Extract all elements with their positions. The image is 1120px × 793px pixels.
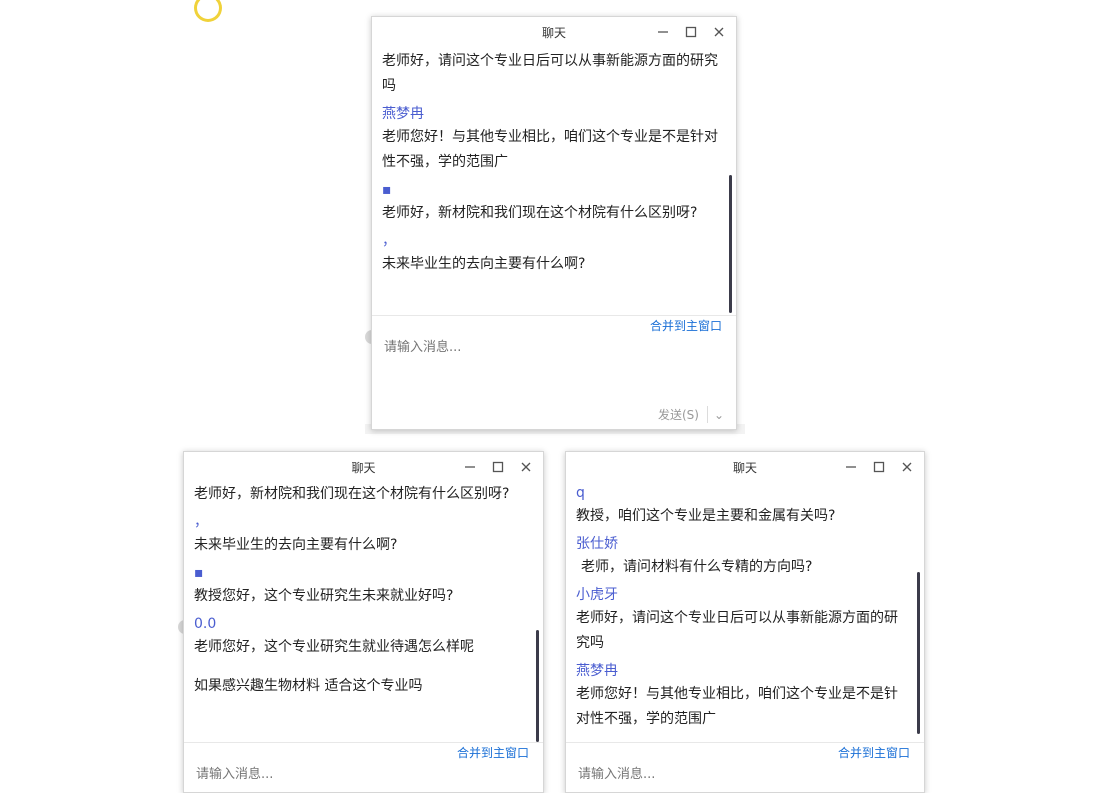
close-icon[interactable] xyxy=(519,460,533,474)
message-list: 老师好，新材院和我们现在这个材院有什么区别呀? ， 未来毕业生的去向主要有什么啊… xyxy=(194,482,527,744)
chat-window-bottom-left: 聊天 老师好，新材院和我们现在这个材院有什么区别呀? ， 未来毕业生的去向主要有… xyxy=(183,451,544,793)
message-text: 如果感兴趣生物材料 适合这个专业吗 xyxy=(194,678,423,694)
message-text: 老师，请问材料有什么专精的方向吗? xyxy=(581,559,813,575)
divider xyxy=(372,315,736,316)
message-item: 老师好，新材院和我们现在这个材院有什么区别呀? xyxy=(194,482,527,507)
message-sender: 张仕娇 xyxy=(576,536,618,552)
divider xyxy=(184,742,543,743)
message-sender: 0.0 xyxy=(194,616,217,632)
message-list: 老师好，请问这个专业日后可以从事新能源方面的研究吗 燕梦冉 老师您好！与其他专业… xyxy=(382,49,720,317)
message-text: 老师您好！与其他专业相比，咱们这个专业是不是针对性不强，学的范围广 xyxy=(382,129,718,170)
minimize-icon[interactable] xyxy=(844,460,858,474)
window-title: 聊天 xyxy=(732,460,757,475)
minimize-icon[interactable] xyxy=(656,25,670,39)
message-sender: ， xyxy=(382,233,396,249)
message-item: q 教授，咱们这个专业是主要和金属有关吗? xyxy=(576,482,908,529)
message-item: ， 未来毕业生的去向主要有什么啊? xyxy=(194,511,527,558)
scrollbar[interactable] xyxy=(729,175,732,313)
message-text: 教授您好，这个专业研究生未来就业好吗? xyxy=(194,588,454,604)
message-sender: ▪ xyxy=(382,182,392,198)
message-input[interactable] xyxy=(194,762,527,786)
chat-window-top: 聊天 老师好，请问这个专业日后可以从事新能源方面的研究吗 燕梦冉 老师您好！与其… xyxy=(371,16,737,430)
message-text: 老师您好，这个专业研究生就业待遇怎么样呢 xyxy=(194,639,474,655)
scrollbar[interactable] xyxy=(536,630,539,742)
message-list: q 教授，咱们这个专业是主要和金属有关吗? 张仕娇 老师，请问材料有什么专精的方… xyxy=(576,482,908,744)
message-item: 小虎牙 老师好，请问这个专业日后可以从事新能源方面的研究吗 xyxy=(576,584,908,656)
window-title: 聊天 xyxy=(351,460,376,475)
message-text: 未来毕业生的去向主要有什么啊? xyxy=(194,537,398,553)
message-input[interactable] xyxy=(382,335,720,359)
divider xyxy=(566,742,924,743)
message-text: 老师好，请问这个专业日后可以从事新能源方面的研究吗 xyxy=(576,610,898,651)
message-text: 未来毕业生的去向主要有什么啊? xyxy=(382,256,586,272)
message-text: 老师好，新材院和我们现在这个材院有什么区别呀? xyxy=(382,205,698,221)
message-sender: 小虎牙 xyxy=(576,587,618,603)
message-item: 张仕娇 老师，请问材料有什么专精的方向吗? xyxy=(576,533,908,580)
message-item: ， 未来毕业生的去向主要有什么啊? xyxy=(382,230,720,277)
minimize-icon[interactable] xyxy=(463,460,477,474)
message-text: 老师您好！与其他专业相比，咱们这个专业是不是针对性不强，学的范围广 xyxy=(576,686,898,727)
close-icon[interactable] xyxy=(712,25,726,39)
window-title: 聊天 xyxy=(541,25,566,40)
message-sender: ▪ xyxy=(194,565,204,581)
message-item: 0.0 老师您好，这个专业研究生就业待遇怎么样呢 xyxy=(194,613,527,660)
message-text: 教授，咱们这个专业是主要和金属有关吗? xyxy=(576,508,836,524)
message-item: 燕梦冉 老师您好！与其他专业相比，咱们这个专业是不是针对性不强，学的范围广 xyxy=(576,660,908,732)
message-text: 老师好，请问这个专业日后可以从事新能源方面的研究吗 xyxy=(382,53,718,94)
merge-to-main-link[interactable]: 合并到主窗口 xyxy=(838,744,910,761)
message-item: 如果感兴趣生物材料 适合这个专业吗 xyxy=(194,674,527,699)
scrollbar[interactable] xyxy=(917,572,920,734)
message-sender: q xyxy=(576,485,585,501)
message-item: 燕梦冉 老师您好！与其他专业相比，咱们这个专业是不是针对性不强，学的范围广 xyxy=(382,103,720,175)
message-sender: 燕梦冉 xyxy=(382,106,424,122)
send-options-chevron-icon[interactable]: ⌄ xyxy=(708,408,724,422)
maximize-icon[interactable] xyxy=(684,25,698,39)
message-sender: ， xyxy=(194,514,208,530)
merge-to-main-link[interactable]: 合并到主窗口 xyxy=(457,744,529,761)
send-button[interactable]: 发送(S) xyxy=(658,406,708,423)
message-text: 老师好，新材院和我们现在这个材院有什么区别呀? xyxy=(194,486,510,502)
merge-to-main-link[interactable]: 合并到主窗口 xyxy=(650,317,722,334)
maximize-icon[interactable] xyxy=(872,460,886,474)
send-controls: 发送(S) ⌄ xyxy=(658,406,724,423)
message-sender: 燕梦冉 xyxy=(576,663,618,679)
app-logo-icon xyxy=(194,0,222,22)
message-item: 老师好，请问这个专业日后可以从事新能源方面的研究吗 xyxy=(382,49,720,99)
message-item: ▪ 教授您好，这个专业研究生未来就业好吗? xyxy=(194,562,527,609)
maximize-icon[interactable] xyxy=(491,460,505,474)
message-item: ▪ 老师好，新材院和我们现在这个材院有什么区别呀? xyxy=(382,179,720,226)
message-input[interactable] xyxy=(576,762,908,786)
chat-window-bottom-right: 聊天 q 教授，咱们这个专业是主要和金属有关吗? 张仕娇 老师，请问材料有什么专… xyxy=(565,451,925,793)
close-icon[interactable] xyxy=(900,460,914,474)
